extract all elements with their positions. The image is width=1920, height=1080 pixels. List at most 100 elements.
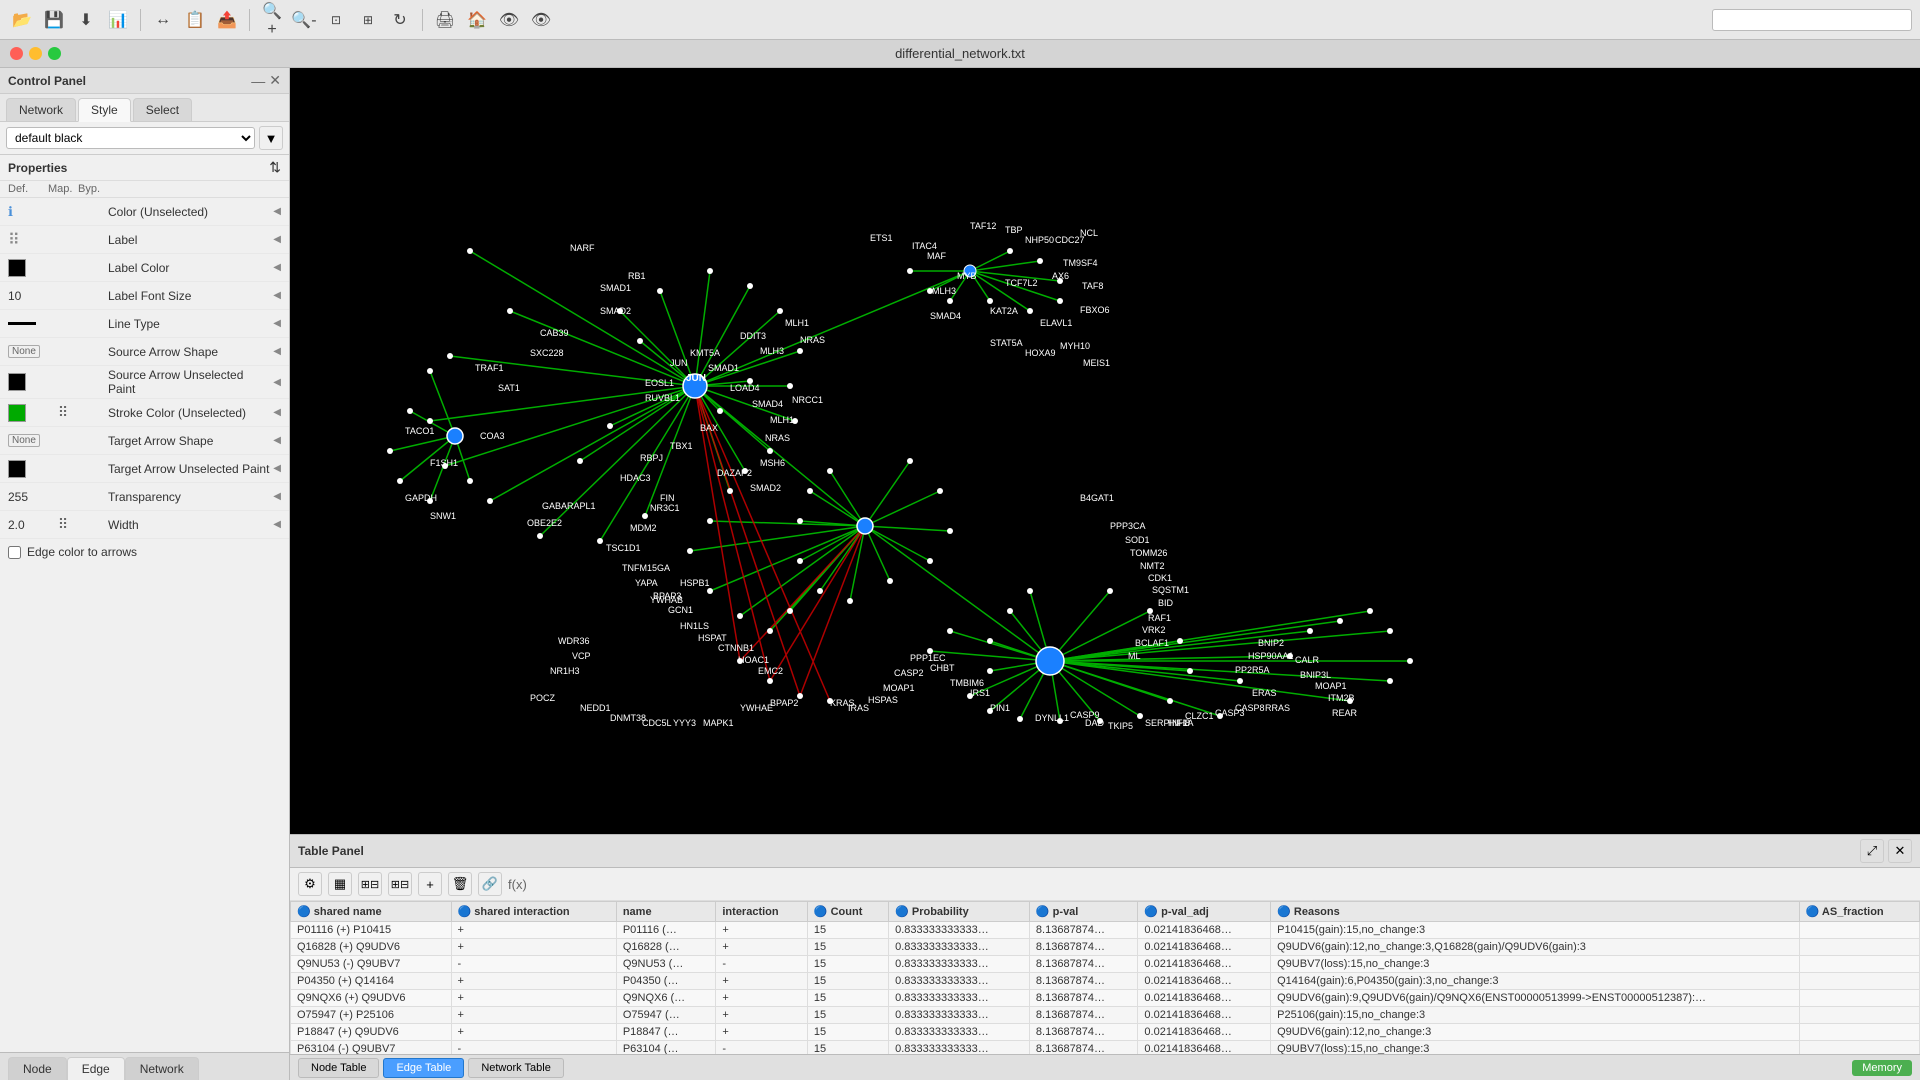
prop-font-size[interactable]: 10 Label Font Size ◀: [0, 282, 289, 310]
prop-source-arrow-paint[interactable]: Source Arrow Unselected Paint ◀: [0, 366, 289, 399]
table-row[interactable]: P63104 (-) Q9UBV7 - P63104 (… - 15 0.833…: [291, 1041, 1920, 1055]
open-button[interactable]: 📂: [8, 6, 36, 34]
eye2-button[interactable]: 👁: [527, 6, 555, 34]
cell-pval: 8.13687874…: [1029, 990, 1137, 1007]
cell-pval: 8.13687874…: [1029, 1024, 1137, 1041]
refresh-button[interactable]: ↻: [386, 6, 414, 34]
cell-name: Q9NQX6 (…: [616, 990, 716, 1007]
table-close-button[interactable]: ✕: [1888, 839, 1912, 863]
table-columns-button[interactable]: ▦: [328, 872, 352, 896]
cp-close-button[interactable]: ✕: [269, 72, 281, 89]
properties-header: Properties ⇅: [0, 155, 289, 181]
home-button[interactable]: 🏠: [463, 6, 491, 34]
prop-stroke-color[interactable]: ⠿ Stroke Color (Unselected) ◀: [0, 399, 289, 427]
zoom-100-button[interactable]: ⊞: [354, 6, 382, 34]
prop-color-unselected[interactable]: ℹ Color (Unselected) ◀: [0, 198, 289, 226]
clipboard-button[interactable]: 📋: [181, 6, 209, 34]
svg-text:TACO1: TACO1: [405, 426, 434, 436]
table-button[interactable]: 📊: [104, 6, 132, 34]
cell-si: -: [451, 1041, 616, 1055]
col-pval-adj[interactable]: 🔵 p-val_adj: [1138, 902, 1271, 922]
cell-count: 15: [807, 956, 888, 973]
table-new-col-button[interactable]: ⊞⊟: [358, 872, 382, 896]
share-button[interactable]: ↔: [149, 6, 177, 34]
table-delete-col-button[interactable]: ⊞⊟: [388, 872, 412, 896]
cp-minimize-button[interactable]: —: [251, 72, 265, 89]
col-count[interactable]: 🔵 Count: [807, 902, 888, 922]
table-expand-button[interactable]: ⤢: [1860, 839, 1884, 863]
prop-label-color[interactable]: Label Color ◀: [0, 254, 289, 282]
col-as-fraction[interactable]: 🔵 AS_fraction: [1799, 902, 1919, 922]
col-probability[interactable]: 🔵 Probability: [889, 902, 1030, 922]
table-row[interactable]: P01116 (+) P10415 + P01116 (… + 15 0.833…: [291, 922, 1920, 939]
table-row[interactable]: P04350 (+) Q14164 + P04350 (… + 15 0.833…: [291, 973, 1920, 990]
col-shared-name[interactable]: 🔵 shared name: [291, 902, 452, 922]
col-name[interactable]: name: [616, 902, 716, 922]
table-row[interactable]: P18847 (+) Q9UDV6 + P18847 (… + 15 0.833…: [291, 1024, 1920, 1041]
col-reasons[interactable]: 🔵 Reasons: [1271, 902, 1799, 922]
tab-style[interactable]: Style: [78, 98, 131, 122]
tab-node[interactable]: Node: [8, 1057, 67, 1080]
tab-network[interactable]: Network: [125, 1057, 199, 1080]
table-row[interactable]: Q9NQX6 (+) Q9UDV6 + Q9NQX6 (… + 15 0.833…: [291, 990, 1920, 1007]
memory-button[interactable]: Memory: [1852, 1060, 1912, 1076]
svg-text:NMT2: NMT2: [1140, 561, 1165, 571]
tab-edge[interactable]: Edge: [67, 1057, 125, 1080]
svg-text:BID: BID: [1158, 598, 1174, 608]
network-table-tab[interactable]: Network Table: [468, 1058, 564, 1078]
table-row[interactable]: O75947 (+) P25106 + O75947 (… + 15 0.833…: [291, 1007, 1920, 1024]
table-row[interactable]: Q16828 (+) Q9UDV6 + Q16828 (… + 15 0.833…: [291, 939, 1920, 956]
transparency-value: 255: [8, 490, 28, 504]
prop-map-width: ⠿: [48, 516, 78, 533]
drag-icon-label: ⠿: [8, 230, 20, 250]
maximize-button[interactable]: [48, 47, 61, 60]
save-button[interactable]: 💾: [40, 6, 68, 34]
table-settings-button[interactable]: ⚙: [298, 872, 322, 896]
col-pval[interactable]: 🔵 p-val: [1029, 902, 1137, 922]
table-trash-button[interactable]: 🗑: [448, 872, 472, 896]
zoom-in-button[interactable]: 🔍+: [258, 6, 286, 34]
svg-text:JUN: JUN: [670, 358, 688, 368]
svg-text:FBXO6: FBXO6: [1080, 305, 1110, 315]
minimize-button[interactable]: [29, 47, 42, 60]
tab-network[interactable]: Network: [6, 98, 76, 121]
print-button[interactable]: 🖨: [431, 6, 459, 34]
prop-target-arrow[interactable]: None Target Arrow Shape ◀: [0, 427, 289, 455]
svg-text:MAF: MAF: [927, 251, 947, 261]
svg-text:VCP: VCP: [572, 651, 591, 661]
zoom-fit-button[interactable]: ⊡: [322, 6, 350, 34]
data-table[interactable]: 🔵 shared name 🔵 shared interaction name …: [290, 901, 1920, 1054]
edge-table-tab[interactable]: Edge Table: [383, 1058, 464, 1078]
search-input[interactable]: [1712, 9, 1912, 31]
prop-line-type[interactable]: Line Type ◀: [0, 310, 289, 338]
prop-label[interactable]: ⠿ Label ◀: [0, 226, 289, 254]
col-interaction[interactable]: interaction: [716, 902, 807, 922]
prop-target-arrow-paint[interactable]: Target Arrow Unselected Paint ◀: [0, 455, 289, 483]
svg-text:PPP1EC: PPP1EC: [910, 653, 946, 663]
table-add-button[interactable]: +: [418, 872, 442, 896]
collapse-icon[interactable]: ⇅: [269, 159, 281, 176]
zoom-out-button[interactable]: 🔍-: [290, 6, 318, 34]
svg-text:SOD1: SOD1: [1125, 535, 1150, 545]
svg-text:SMAD2: SMAD2: [600, 306, 631, 316]
edge-color-checkbox[interactable]: [8, 546, 21, 559]
eye1-button[interactable]: 👁: [495, 6, 523, 34]
node-table-tab[interactable]: Node Table: [298, 1058, 379, 1078]
network-canvas[interactable]: TAF12 NHP50 ITAC4 ETS1 TBP CDC27 NCL TCF…: [290, 68, 1920, 834]
import-button[interactable]: ⬇: [72, 6, 100, 34]
style-select[interactable]: default black: [6, 127, 255, 149]
export-button[interactable]: 📤: [213, 6, 241, 34]
prop-width[interactable]: 2.0 ⠿ Width ◀: [0, 511, 289, 539]
close-button[interactable]: [10, 47, 23, 60]
col-shared-interaction[interactable]: 🔵 shared interaction: [451, 902, 616, 922]
prop-source-arrow[interactable]: None Source Arrow Shape ◀: [0, 338, 289, 366]
prop-transparency[interactable]: 255 Transparency ◀: [0, 483, 289, 511]
style-options-button[interactable]: ▼: [259, 126, 283, 150]
tab-select[interactable]: Select: [133, 98, 192, 121]
cell-count: 15: [807, 922, 888, 939]
cell-pval: 8.13687874…: [1029, 973, 1137, 990]
table-link-button[interactable]: 🔗: [478, 872, 502, 896]
svg-text:ITAC4: ITAC4: [912, 241, 937, 251]
svg-text:HSPAS: HSPAS: [868, 695, 898, 705]
table-row[interactable]: Q9NU53 (-) Q9UBV7 - Q9NU53 (… - 15 0.833…: [291, 956, 1920, 973]
